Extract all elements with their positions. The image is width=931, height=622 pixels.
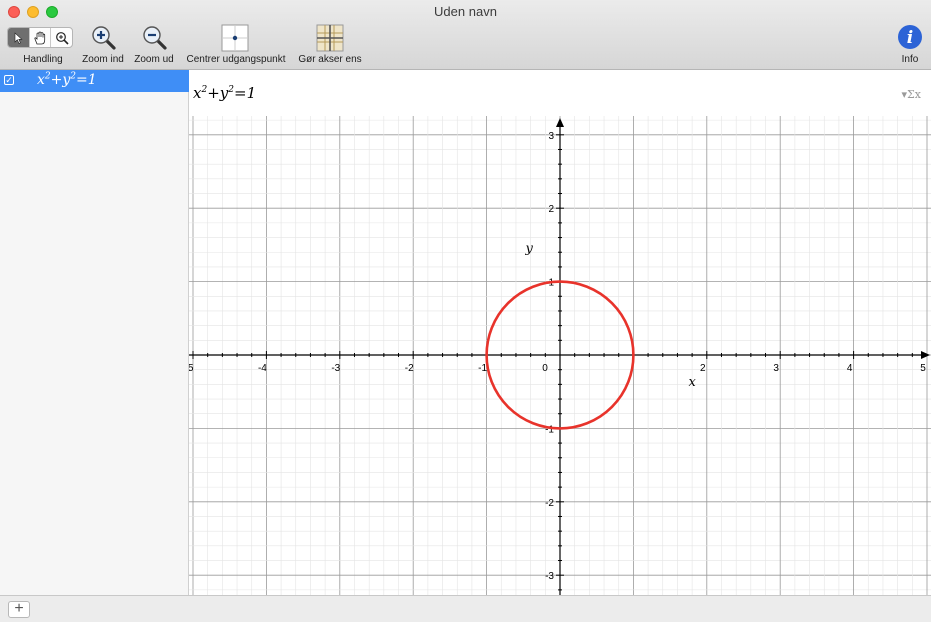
- center-origin-button[interactable]: Centrer udgangspunkt: [181, 54, 291, 65]
- x-tick-label: 5: [920, 363, 926, 374]
- graph-svg: -5-4-3-2-102345321-1-2-3xy: [189, 116, 931, 595]
- y-tick-label: 3: [548, 131, 554, 142]
- x-tick-label: -5: [189, 363, 194, 374]
- x-tick-label: 0: [542, 363, 548, 374]
- tool-segmented-control[interactable]: [7, 27, 73, 48]
- math-symbols-menu-button[interactable]: ▾Σx: [901, 88, 921, 101]
- zoom-in-button[interactable]: Zoom ind: [80, 54, 126, 65]
- center-origin-icon[interactable]: [221, 24, 249, 52]
- title-bar: Uden navn Handling Zoom ind Zoom ud Cent…: [0, 0, 931, 70]
- x-tick-label: -2: [405, 363, 414, 374]
- equation-sidebar: ✓ x2+y2=1: [0, 70, 189, 595]
- info-glyph: i: [907, 28, 913, 48]
- zoom-out-icon[interactable]: [142, 25, 168, 51]
- pointer-tool-button[interactable]: [8, 28, 29, 47]
- add-equation-button[interactable]: +: [8, 601, 30, 618]
- bottom-bar: +: [0, 595, 931, 622]
- zoom-in-icon[interactable]: [91, 25, 117, 51]
- y-tick-label: -2: [545, 498, 554, 509]
- x-tick-label: 3: [773, 363, 779, 374]
- pointer-tool-icon: [15, 31, 23, 44]
- x-axis-label: x: [688, 375, 696, 390]
- y-tick-label: 2: [548, 204, 554, 215]
- equal-axes-button[interactable]: Gør akser ens: [295, 54, 365, 65]
- window-title: Uden navn: [434, 4, 497, 19]
- zoom-out-button[interactable]: Zoom ud: [131, 54, 177, 65]
- handling-label: Handling: [23, 54, 63, 65]
- x-tick-label: 4: [847, 363, 853, 374]
- x-tick-label: -3: [331, 363, 340, 374]
- equation-input[interactable]: x2+y2=1: [193, 84, 256, 102]
- y-axis-label: y: [525, 242, 534, 257]
- hand-tool-icon: [34, 31, 46, 44]
- x-tick-label: 2: [700, 363, 706, 374]
- y-tick-label: -3: [545, 571, 554, 582]
- info-button[interactable]: Info: [895, 54, 925, 65]
- magnifier-tool-button[interactable]: [50, 28, 72, 47]
- equation-editor[interactable]: x2+y2=1 ▾Σx: [189, 70, 931, 116]
- x-axis-arrow: [921, 351, 930, 359]
- x-tick-label: -4: [258, 363, 267, 374]
- graph-canvas[interactable]: -5-4-3-2-102345321-1-2-3xy: [189, 116, 931, 595]
- hand-tool-button[interactable]: [28, 28, 51, 47]
- equation-list-item[interactable]: ✓ x2+y2=1: [0, 70, 189, 92]
- magnifier-tool-icon: [55, 31, 69, 45]
- equation-list-label: x2+y2=1: [37, 71, 97, 88]
- equal-axes-icon[interactable]: [316, 24, 344, 52]
- y-axis-arrow: [556, 118, 564, 127]
- info-icon[interactable]: i: [897, 24, 923, 50]
- equation-visible-checkbox[interactable]: ✓: [4, 75, 14, 85]
